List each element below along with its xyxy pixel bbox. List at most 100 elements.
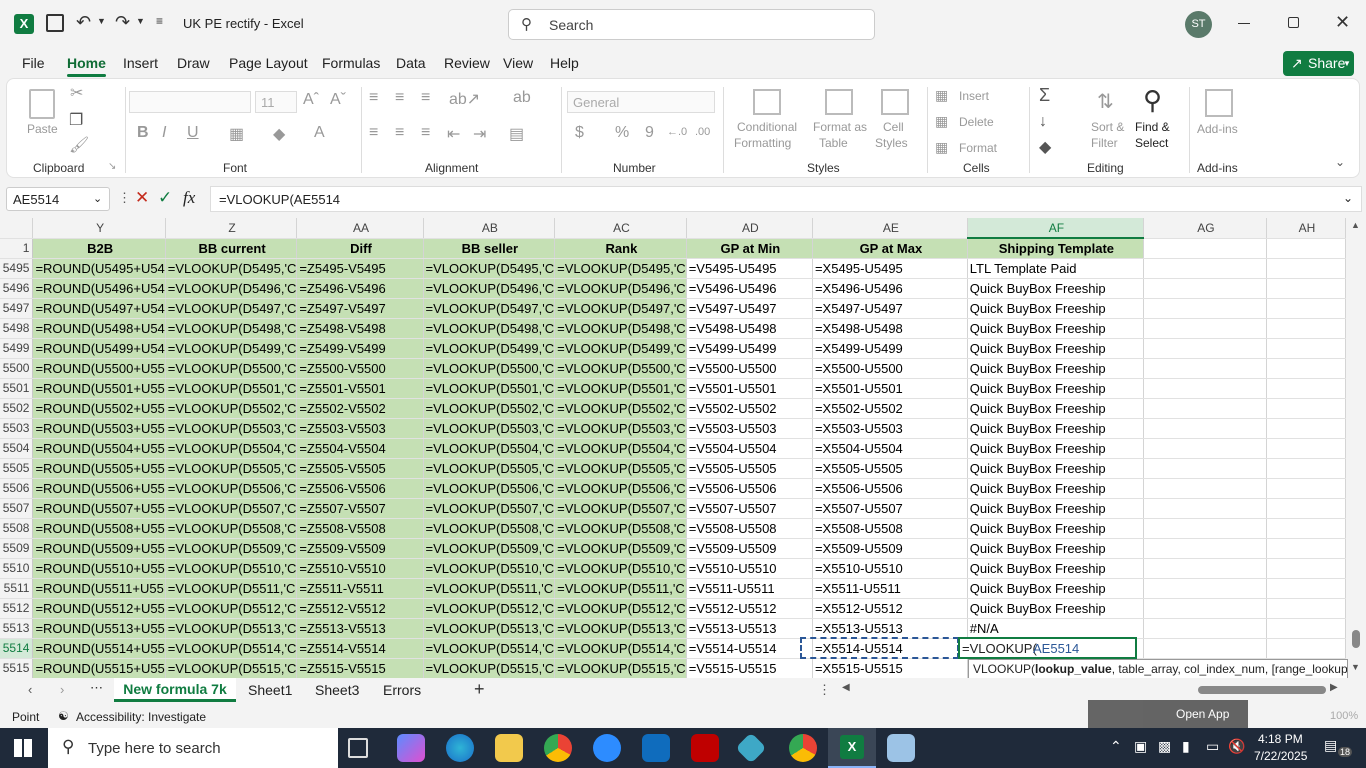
share-button[interactable]: ↗ Share ▼ xyxy=(1283,51,1354,76)
cell[interactable]: =VLOOKUP(D5503,'C xyxy=(165,418,298,439)
zoom-level[interactable]: 100% xyxy=(1330,710,1358,722)
cell[interactable]: =Z5505-V5505 xyxy=(296,458,424,479)
font-name-box[interactable] xyxy=(129,91,251,113)
cell[interactable]: =ROUND(U5507+U55 xyxy=(32,498,166,519)
cell[interactable]: =VLOOKUP(D5512,'C xyxy=(423,598,556,619)
cell[interactable]: =Z5513-V5513 xyxy=(296,618,424,639)
name-box[interactable]: AE5514 ⌄ xyxy=(6,187,110,211)
cell[interactable]: =X5510-U5510 xyxy=(812,558,968,579)
cell[interactable]: =X5511-U5511 xyxy=(812,578,968,599)
cell[interactable]: =X5509-U5509 xyxy=(812,538,968,559)
cell[interactable] xyxy=(1266,498,1346,519)
cell[interactable]: =Z5499-V5499 xyxy=(296,338,424,359)
cell[interactable]: =V5500-U5500 xyxy=(686,358,813,379)
task-view-icon[interactable] xyxy=(348,738,368,758)
decrease-indent-icon[interactable]: ⇤ xyxy=(447,124,460,144)
cell[interactable] xyxy=(1266,538,1346,559)
cell[interactable]: =VLOOKUP(D5501,'C xyxy=(554,378,687,399)
align-center-icon[interactable]: ≡ xyxy=(395,124,404,142)
cell[interactable] xyxy=(1143,338,1267,359)
row-header[interactable]: 5501 xyxy=(0,378,34,399)
column-header[interactable]: Z xyxy=(165,218,298,239)
cell[interactable]: Quick BuyBox Freeship xyxy=(967,598,1144,619)
tab-view[interactable]: View xyxy=(503,55,533,71)
align-left-icon[interactable]: ≡ xyxy=(369,124,378,142)
row-header[interactable]: 5504 xyxy=(0,438,34,459)
cell[interactable]: =VLOOKUP(D5505,'C xyxy=(423,458,556,479)
cell[interactable]: =X5508-U5508 xyxy=(812,518,968,539)
cell[interactable]: =VLOOKUP(D5495,'C xyxy=(165,258,298,279)
cell[interactable] xyxy=(1266,398,1346,419)
chrome-icon[interactable] xyxy=(544,734,572,762)
row-header[interactable]: 5512 xyxy=(0,598,34,619)
cell[interactable]: =VLOOKUP(D5504,'C xyxy=(423,438,556,459)
column-header[interactable]: AG xyxy=(1143,218,1267,239)
cell[interactable] xyxy=(1143,618,1267,639)
cell[interactable]: =VLOOKUP(D5513,'C xyxy=(423,618,556,639)
sort-filter-button[interactable]: ⇅ Sort & Filter xyxy=(1089,87,1133,153)
cell[interactable]: =Z5502-V5502 xyxy=(296,398,424,419)
redo-dropdown-icon[interactable]: ▼ xyxy=(136,16,145,26)
collapse-ribbon-icon[interactable]: ⌄ xyxy=(1335,155,1345,169)
row-header[interactable]: 5505 xyxy=(0,458,34,479)
row-header[interactable]: 5514 xyxy=(0,638,34,659)
cell[interactable]: =ROUND(U5497+U54 xyxy=(32,298,166,319)
cell[interactable]: =VLOOKUP(D5506,'C xyxy=(554,478,687,499)
cell[interactable]: =X5502-U5502 xyxy=(812,398,968,419)
vertical-scrollbar[interactable]: ▲ ▼ xyxy=(1346,218,1366,678)
notification-icon[interactable]: ▤ xyxy=(1324,737,1337,754)
underline-icon[interactable]: U xyxy=(187,124,199,142)
outlook-icon[interactable] xyxy=(642,734,670,762)
cell[interactable] xyxy=(1143,298,1267,319)
cell[interactable]: =Z5510-V5510 xyxy=(296,558,424,579)
tab-page-layout[interactable]: Page Layout xyxy=(229,55,308,71)
cell[interactable]: =VLOOKUP(D5496,'C xyxy=(554,278,687,299)
cell[interactable]: =Z5501-V5501 xyxy=(296,378,424,399)
cell[interactable]: #N/A xyxy=(967,618,1144,639)
cell[interactable]: =VLOOKUP(D5504,'C xyxy=(554,438,687,459)
cell[interactable]: =V5497-U5497 xyxy=(686,298,813,319)
scroll-up-icon[interactable]: ▲ xyxy=(1351,220,1360,230)
cell[interactable]: =VLOOKUP(D5514,'C xyxy=(554,638,687,659)
active-cell[interactable]: =VLOOKUP(AE5514 xyxy=(958,637,1137,659)
cell[interactable]: =ROUND(U5504+U55 xyxy=(32,438,166,459)
cell[interactable]: Quick BuyBox Freeship xyxy=(967,398,1144,419)
cell[interactable]: =X5499-U5499 xyxy=(812,338,968,359)
cell[interactable]: =ROUND(U5495+U54 xyxy=(32,258,166,279)
row-header[interactable]: 5511 xyxy=(0,578,34,599)
tray-display-icon[interactable]: ▩ xyxy=(1158,738,1171,755)
cell[interactable]: =VLOOKUP(D5514,'C xyxy=(423,638,556,659)
cell[interactable]: =ROUND(U5509+U55 xyxy=(32,538,166,559)
cell[interactable] xyxy=(1266,278,1346,299)
cell[interactable] xyxy=(1143,598,1267,619)
merge-center-icon[interactable]: ▤ xyxy=(509,124,524,144)
cell[interactable] xyxy=(1143,538,1267,559)
cell[interactable]: =VLOOKUP(D5515,'C xyxy=(554,658,687,678)
cell[interactable]: =VLOOKUP(D5507,'C xyxy=(423,498,556,519)
windows-start-icon[interactable] xyxy=(14,739,32,757)
filezilla-icon[interactable] xyxy=(691,734,719,762)
cell[interactable]: =ROUND(U5513+U55 xyxy=(32,618,166,639)
cell[interactable]: =X5505-U5505 xyxy=(812,458,968,479)
cell[interactable] xyxy=(1143,518,1267,539)
row-header[interactable]: 5508 xyxy=(0,518,34,539)
cell[interactable]: =V5513-U5513 xyxy=(686,618,813,639)
cell[interactable]: =VLOOKUP(D5509,'C xyxy=(423,538,556,559)
cell[interactable] xyxy=(1143,478,1267,499)
header-cell[interactable]: Diff xyxy=(296,238,424,259)
row-header[interactable]: 1 xyxy=(0,238,34,259)
cell[interactable] xyxy=(1266,358,1346,379)
font-color-icon[interactable]: A xyxy=(314,124,325,142)
paste-button[interactable]: Paste xyxy=(25,87,59,147)
cell[interactable]: =VLOOKUP(D5501,'C xyxy=(423,378,556,399)
cell[interactable]: =VLOOKUP(D5500,'C xyxy=(423,358,556,379)
scroll-down-icon[interactable]: ▼ xyxy=(1351,662,1360,672)
cell[interactable]: =ROUND(U5512+U55 xyxy=(32,598,166,619)
scroll-right-icon[interactable]: ▶ xyxy=(1330,682,1338,693)
cell[interactable]: =Z5497-V5497 xyxy=(296,298,424,319)
clipboard-launcher-icon[interactable]: ↘ xyxy=(108,161,116,172)
cell[interactable] xyxy=(1266,318,1346,339)
cell[interactable]: =V5496-U5496 xyxy=(686,278,813,299)
bold-icon[interactable]: B xyxy=(137,124,149,142)
cell[interactable]: LTL Template Paid xyxy=(967,258,1144,279)
